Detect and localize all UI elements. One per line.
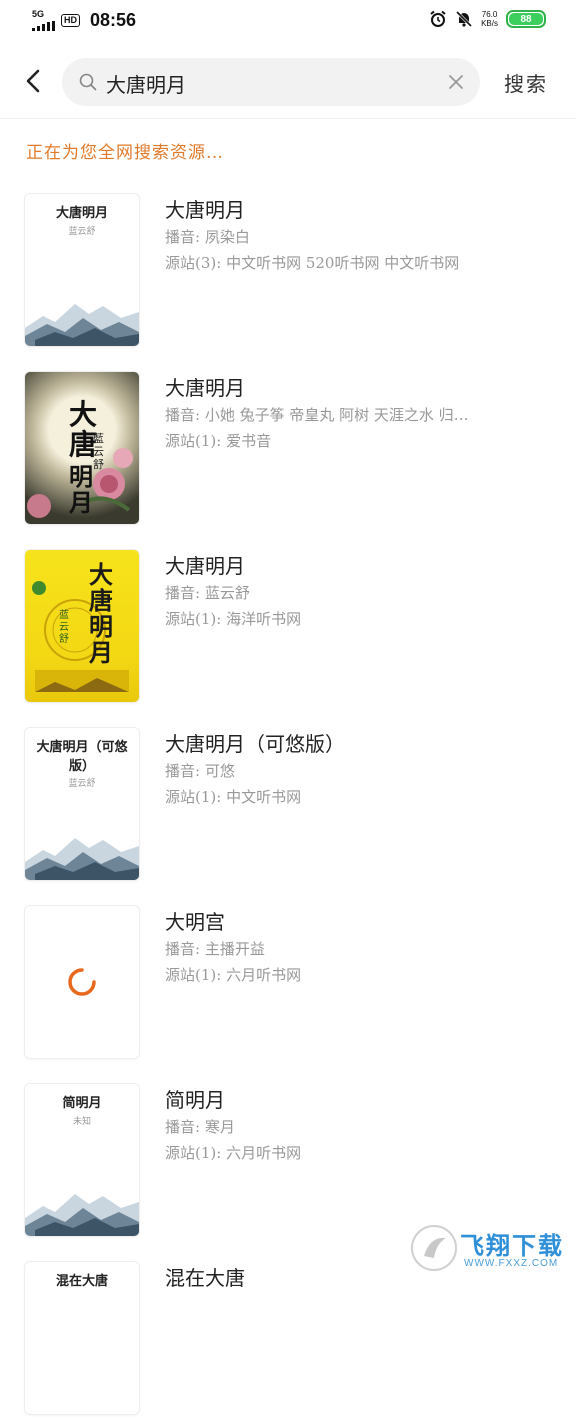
cover-author: 藍云舒	[93, 432, 104, 471]
result-narrator: 播音: 可悠	[165, 762, 235, 780]
result-item[interactable]: 混在大唐 混在大唐	[0, 1262, 576, 1422]
result-sources: 源站(1): 六月听书网	[165, 1144, 302, 1162]
result-narrator: 播音: 寒月	[165, 1118, 235, 1136]
battery-level: 88	[520, 13, 532, 25]
speed-unit: KB/s	[481, 19, 498, 28]
result-item[interactable]: 大唐明月（可悠版） 蓝云舒 大唐明月（可悠版） 播音: 可悠 源站(1): 中文…	[0, 728, 576, 888]
cover-author: 蓝云舒	[68, 227, 96, 237]
book-cover[interactable]	[25, 906, 139, 1058]
signal-bars-icon	[32, 21, 55, 31]
book-cover[interactable]: 简明月 未知	[25, 1084, 139, 1236]
result-title[interactable]: 简明月	[165, 1084, 225, 1113]
watermark-url: WWW.FXXZ.COM	[464, 1258, 559, 1269]
result-sources: 源站(1): 爱书音	[165, 432, 272, 450]
book-cover[interactable]: 混在大唐	[25, 1262, 139, 1414]
status-left: 5G HD 08:56	[32, 10, 136, 31]
clear-icon[interactable]	[446, 72, 466, 92]
result-title[interactable]: 大唐明月（可悠版）	[165, 728, 345, 757]
alarm-icon	[430, 10, 446, 27]
result-narrator: 播音: 小她 兔子筝 帝皇丸 阿树 天涯之水 归…	[165, 406, 469, 424]
header-divider	[0, 118, 576, 119]
result-title[interactable]: 大唐明月	[165, 372, 245, 401]
result-item[interactable]: 大唐明月 蓝云舒 大唐明月 播音: 夙染白 源站(3): 中文听书网 520听书…	[0, 194, 576, 354]
loading-spinner-icon	[68, 968, 96, 996]
cover-title: 混在大唐	[55, 1274, 108, 1289]
mountain-illustration	[25, 304, 139, 346]
cover-author: 未知	[72, 1117, 91, 1127]
result-narrator: 播音: 主播开益	[165, 940, 265, 958]
mountain-illustration	[25, 838, 139, 880]
search-status-text: 正在为您全网搜索资源…	[26, 143, 224, 163]
cover-title: 简明月	[62, 1096, 102, 1111]
cover-title: 大唐明月（可悠版）	[36, 740, 128, 774]
watermark-text: 飞翔下载	[460, 1232, 564, 1260]
cover-title: 大唐明月	[55, 206, 108, 221]
search-input[interactable]	[104, 66, 438, 100]
cover-author: 蓝云舒	[68, 779, 96, 789]
book-cover[interactable]: 大唐明月（可悠版） 蓝云舒	[25, 728, 139, 880]
search-box[interactable]	[62, 58, 480, 106]
search-icon	[79, 73, 97, 91]
hd-badge: HD	[61, 14, 80, 27]
mountain-illustration	[25, 1194, 139, 1236]
cover-subtitle: 蓝云舒	[59, 610, 69, 645]
result-narrator: 播音: 蓝云舒	[165, 584, 250, 602]
mute-bell-icon	[456, 10, 473, 28]
cover-title: 大唐明月	[89, 560, 113, 667]
result-title[interactable]: 大唐明月	[165, 194, 245, 223]
cover-title-top: 大唐	[69, 398, 98, 461]
battery-icon: 88	[506, 10, 546, 28]
status-right: 76.0 KB/s 88	[429, 10, 546, 28]
book-cover[interactable]: 大唐明月 蓝云舒	[25, 550, 139, 702]
result-title[interactable]: 大明宫	[165, 906, 225, 935]
result-item[interactable]: 大唐 明月 藍云舒 大唐明月 播音: 小她 兔子筝 帝皇丸 阿树 天涯之水 归……	[0, 372, 576, 532]
network-speed: 76.0 KB/s	[481, 10, 498, 28]
result-item[interactable]: 简明月 未知 简明月 播音: 寒月 源站(1): 六月听书网	[0, 1084, 576, 1244]
book-cover[interactable]: 大唐 明月 藍云舒	[25, 372, 139, 524]
result-narrator: 播音: 夙染白	[165, 228, 250, 246]
back-arrow-icon[interactable]	[22, 66, 46, 96]
result-title[interactable]: 大唐明月	[165, 550, 245, 579]
cover-title-bottom: 明月	[69, 462, 93, 517]
result-item[interactable]: 大明宫 播音: 主播开益 源站(1): 六月听书网	[0, 906, 576, 1066]
result-sources: 源站(1): 海洋听书网	[165, 610, 302, 628]
search-button[interactable]: 搜索	[504, 68, 548, 97]
clock: 08:56	[90, 10, 137, 30]
watermark: 飞翔下载 WWW.FXXZ.COM	[408, 1222, 568, 1274]
result-item[interactable]: 大唐明月 蓝云舒 大唐明月 播音: 蓝云舒 源站(1): 海洋听书网	[0, 550, 576, 710]
search-header: 搜索	[0, 50, 576, 116]
network-type: 5G	[32, 9, 45, 19]
result-title[interactable]: 混在大唐	[165, 1262, 245, 1291]
book-cover[interactable]: 大唐明月 蓝云舒	[25, 194, 139, 346]
speed-value: 76.0	[481, 10, 498, 19]
status-bar: 5G HD 08:56 76.0 KB/s 88	[0, 0, 576, 44]
result-sources: 源站(3): 中文听书网 520听书网 中文听书网	[165, 254, 460, 272]
ornament-illustration	[32, 581, 129, 692]
result-sources: 源站(1): 六月听书网	[165, 966, 302, 984]
signal-indicator: 5G	[32, 10, 55, 31]
result-sources: 源站(1): 中文听书网	[165, 788, 302, 806]
